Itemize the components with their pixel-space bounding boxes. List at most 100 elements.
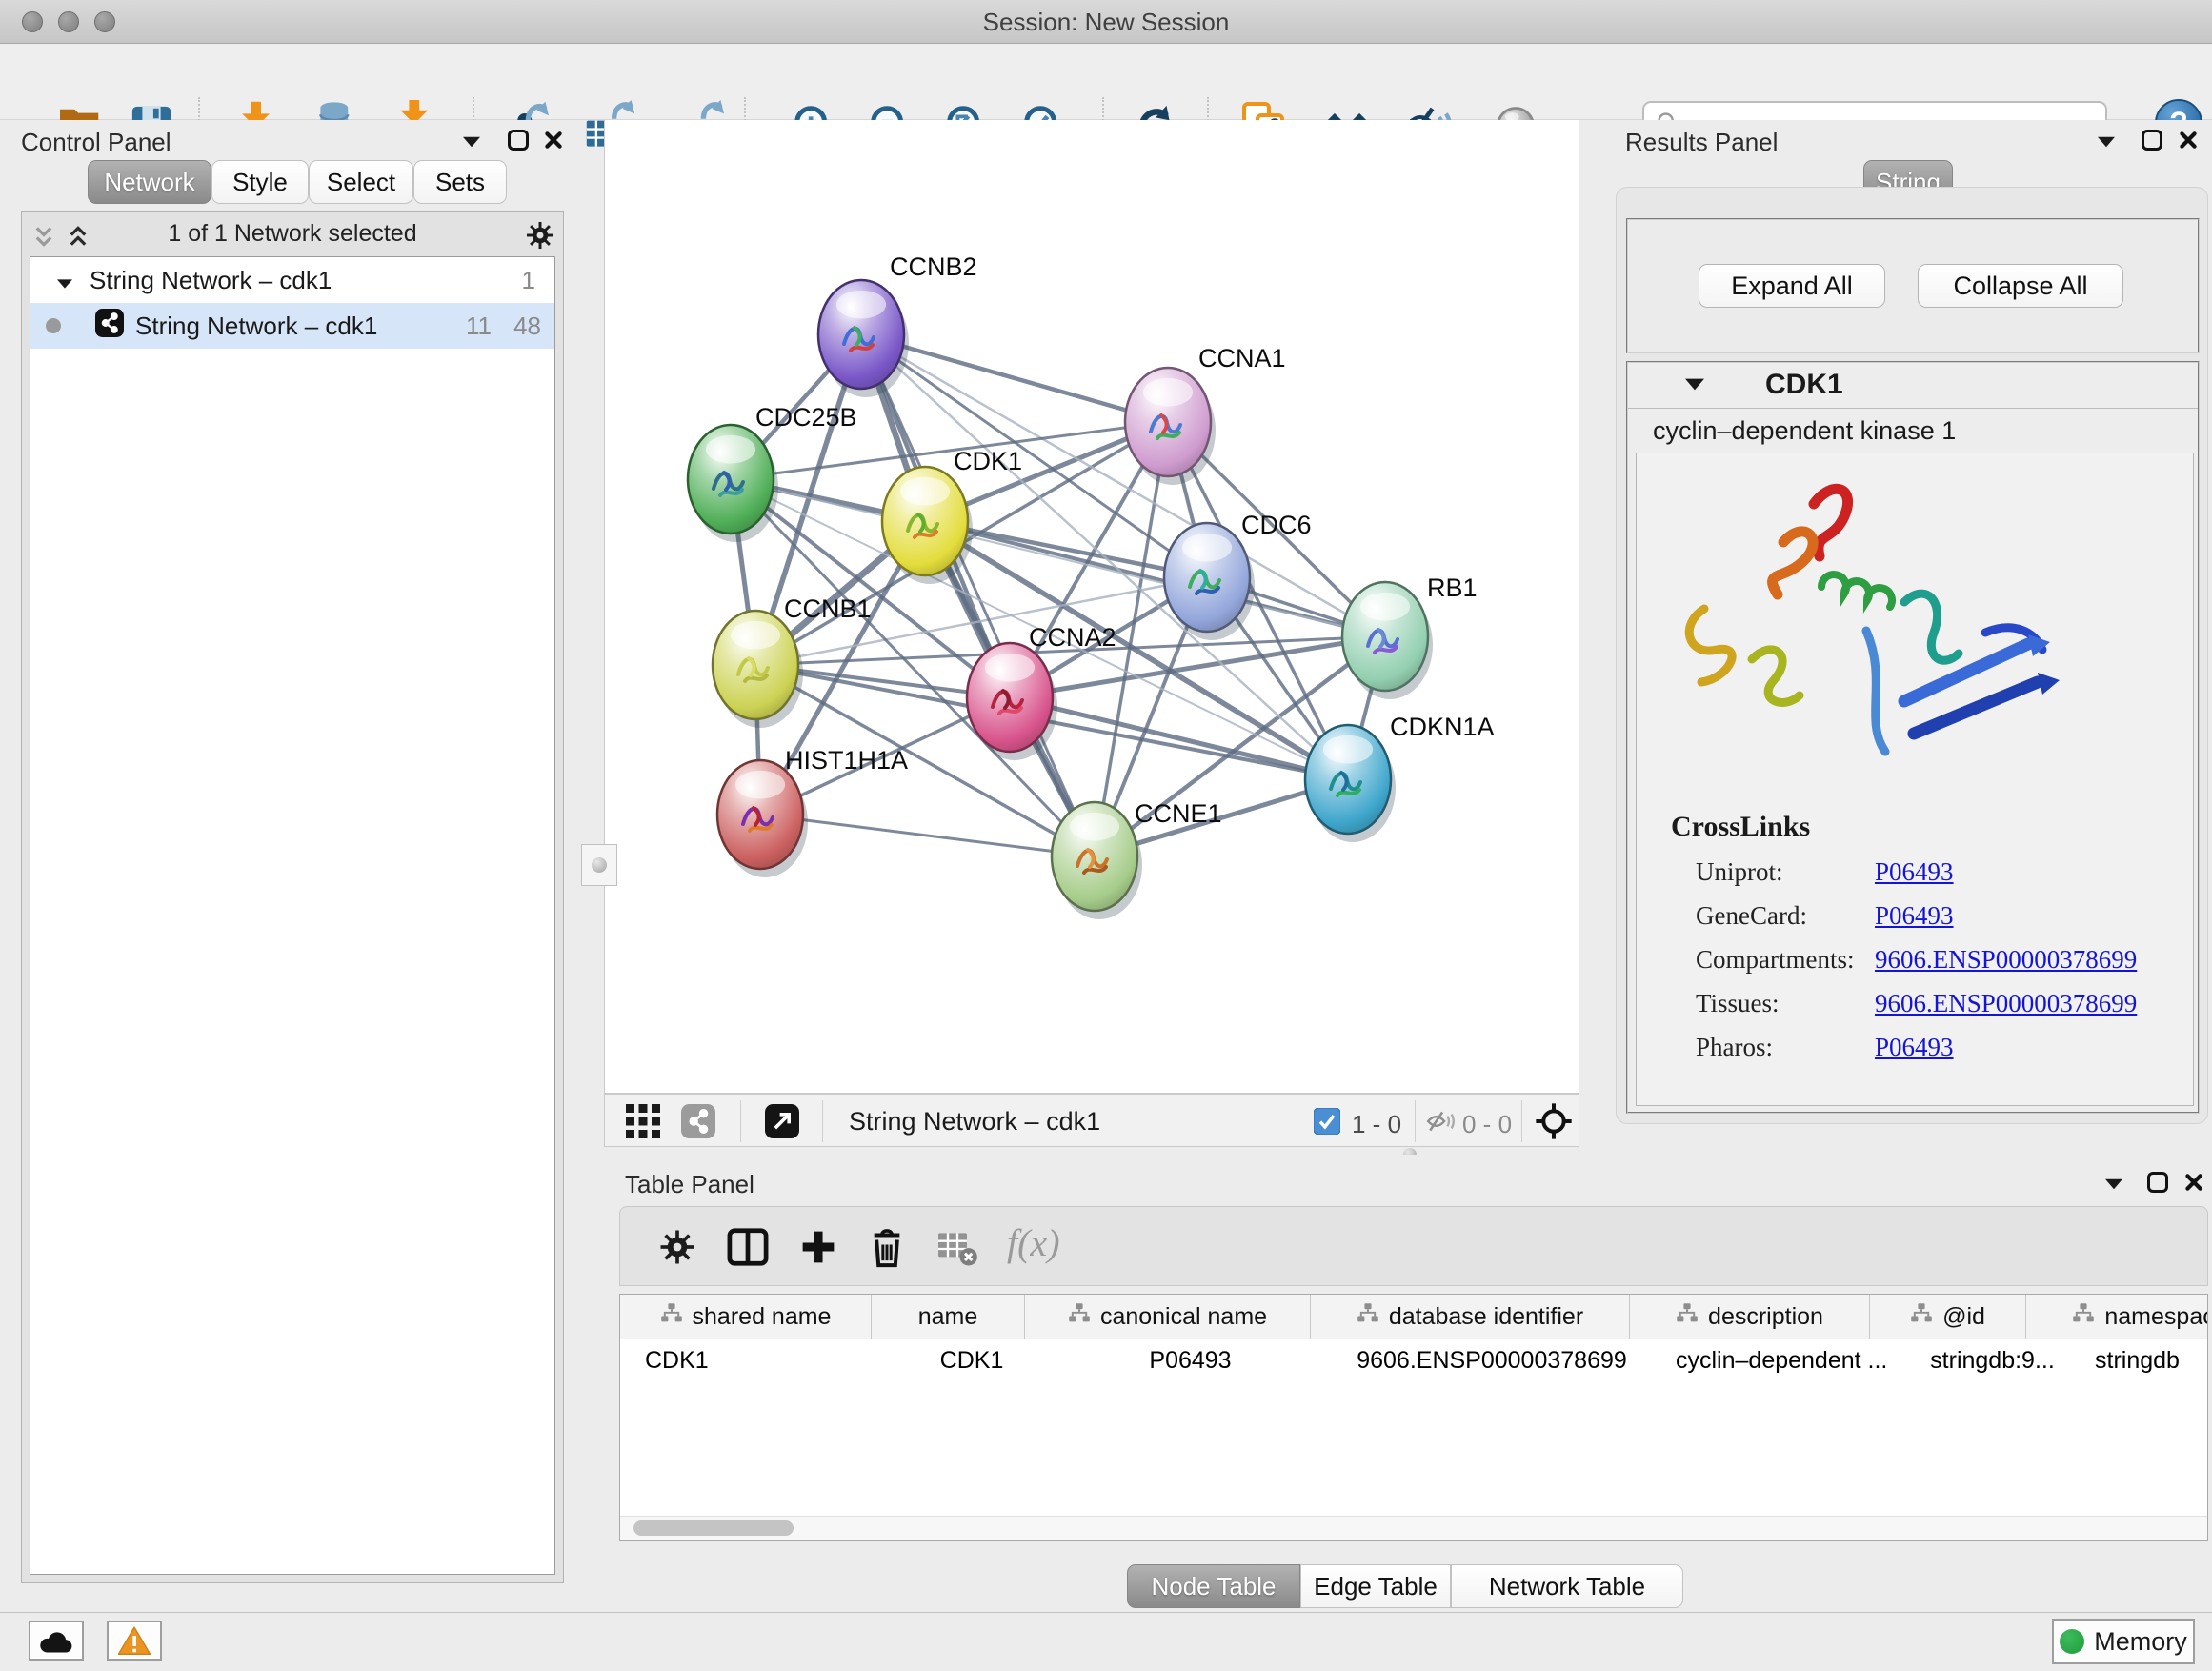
memory-status-icon	[2060, 1629, 2084, 1654]
entry-caret-icon[interactable]	[1685, 378, 1704, 395]
crosslink-pharos-link[interactable]: P06493	[1875, 1033, 1954, 1062]
node-label: CCNB2	[890, 252, 977, 281]
left-splitter-handle[interactable]	[581, 844, 617, 886]
column-header-canonical-name[interactable]: canonical name	[1025, 1295, 1311, 1339]
crosslink-label: Uniprot:	[1696, 857, 1783, 887]
birdseye-crosshair-icon[interactable]	[1535, 1102, 1573, 1145]
network-edge-count: 48	[513, 312, 541, 341]
table-row[interactable]: CDK1 CDK1 P06493 9606.ENSP00000378699 cy…	[620, 1339, 2207, 1381]
show-columns-icon[interactable]	[727, 1228, 769, 1271]
table-panel-title: Table Panel	[625, 1170, 754, 1199]
crosslink-label: Compartments:	[1696, 945, 1854, 975]
network-options-gear-icon[interactable]	[525, 220, 555, 255]
crosslink-tissues-link[interactable]: 9606.ENSP00000378699	[1875, 989, 2137, 1018]
main-toolbar: ?	[0, 44, 2212, 120]
network-canvas[interactable]: CCNB2CCNA1CDC25BCDK1CDC6RB1CCNB1CCNA2CDK…	[604, 120, 1579, 1094]
cloud-button[interactable]	[29, 1621, 84, 1661]
cell-description[interactable]: cyclin–dependent ...	[1651, 1339, 1915, 1381]
cell-id[interactable]: stringdb:9...	[1915, 1339, 2070, 1381]
node-label: CCNB1	[784, 594, 872, 623]
window-title: Session: New Session	[0, 8, 2212, 37]
network-node-CDKN1A[interactable]: CDKN1A	[1305, 713, 1495, 842]
network-column-icon	[1357, 1302, 1379, 1332]
column-header-shared-name[interactable]: shared name	[620, 1295, 872, 1339]
tab-edge-table[interactable]: Edge Table	[1300, 1564, 1451, 1608]
collection-caret-icon[interactable]	[57, 266, 72, 295]
network-column-icon	[1910, 1302, 1933, 1332]
column-header-description[interactable]: description	[1630, 1295, 1870, 1339]
table-settings-gear-icon[interactable]	[658, 1228, 696, 1271]
cell-database-identifier[interactable]: 9606.ENSP00000378699	[1333, 1339, 1651, 1381]
node-label: HIST1H1A	[785, 746, 908, 775]
grid-view-icon[interactable]	[626, 1104, 660, 1143]
network-view-title: String Network – cdk1	[849, 1107, 1100, 1137]
node-table[interactable]: shared name name canonical name database…	[619, 1294, 2208, 1541]
column-header-name[interactable]: name	[872, 1295, 1025, 1339]
tab-select[interactable]: Select	[309, 160, 413, 204]
tab-network-table[interactable]: Network Table	[1451, 1564, 1683, 1608]
network-column-icon	[1068, 1302, 1091, 1332]
column-header-database-identifier[interactable]: database identifier	[1311, 1295, 1630, 1339]
entry-detail-card: CrossLinks Uniprot: P06493 GeneCard: P06…	[1636, 453, 2194, 1106]
crosslink-label: Pharos:	[1696, 1033, 1773, 1062]
crosslink-uniprot-link[interactable]: P06493	[1875, 857, 1954, 887]
tab-network[interactable]: Network	[88, 160, 211, 204]
entry-header[interactable]: CDK1	[1628, 363, 2198, 409]
network-node-CDC6[interactable]: CDC6	[1164, 511, 1312, 640]
cell-shared-name[interactable]: CDK1	[620, 1339, 895, 1381]
cell-name[interactable]: CDK1	[895, 1339, 1048, 1381]
network-node-CDK1[interactable]: CDK1	[882, 447, 1022, 584]
scrollbar-thumb[interactable]	[633, 1520, 794, 1536]
column-header-namespace[interactable]: namespace	[2026, 1295, 2208, 1339]
crosslink-label: GeneCard:	[1696, 901, 1807, 931]
selected-checkbox-icon[interactable]	[1314, 1108, 1340, 1139]
results-panel-collapse-icon[interactable]	[2098, 135, 2115, 152]
control-panel-close-icon[interactable]	[543, 130, 564, 155]
control-panel-float-icon[interactable]	[508, 130, 529, 151]
table-panel-close-icon[interactable]	[2183, 1172, 2204, 1198]
horizontal-scrollbar[interactable]	[620, 1516, 2207, 1540]
delete-table-icon	[936, 1230, 978, 1273]
cell-canonical-name[interactable]: P06493	[1048, 1339, 1333, 1381]
string-network-icon	[95, 309, 124, 344]
selected-counts: 1 - 0	[1352, 1110, 1401, 1139]
network-column-icon	[660, 1302, 683, 1332]
add-column-icon[interactable]	[799, 1228, 837, 1271]
warning-icon	[117, 1625, 151, 1657]
network-graph[interactable]: CCNB2CCNA1CDC25BCDK1CDC6RB1CCNB1CCNA2CDK…	[605, 120, 1579, 1092]
tab-node-table[interactable]: Node Table	[1127, 1564, 1300, 1608]
network-node-CCNB2[interactable]: CCNB2	[818, 252, 977, 397]
crosslink-compartments-link[interactable]: 9606.ENSP00000378699	[1875, 945, 2137, 975]
tab-sets[interactable]: Sets	[413, 160, 507, 204]
string-results-box: Expand All Collapse All CDK1 cyclin–depe…	[1616, 187, 2208, 1124]
collapse-all-button[interactable]: Collapse All	[1918, 264, 2123, 308]
node-label: RB1	[1427, 574, 1478, 602]
results-panel-float-icon[interactable]	[2142, 130, 2162, 151]
cell-namespace[interactable]: stringdb	[2070, 1339, 2208, 1381]
string-style-icon[interactable]	[681, 1104, 715, 1143]
tab-style[interactable]: Style	[211, 160, 309, 204]
memory-button[interactable]: Memory	[2052, 1619, 2195, 1664]
results-panel-close-icon[interactable]	[2178, 130, 2199, 155]
open-in-window-icon[interactable]	[765, 1104, 799, 1143]
toolbar-separator	[1415, 1100, 1416, 1142]
warnings-button[interactable]	[107, 1621, 162, 1661]
network-row-selected[interactable]: String Network – cdk1 11 48	[30, 303, 554, 349]
collection-count: 1	[522, 266, 535, 295]
crosslink-genecard-link[interactable]: P06493	[1875, 901, 1954, 931]
network-node-CCNE1[interactable]: CCNE1	[1052, 799, 1222, 919]
network-node-HIST1H1A[interactable]: HIST1H1A	[717, 746, 908, 877]
table-panel-collapse-icon[interactable]	[2105, 1178, 2122, 1195]
expand-all-button[interactable]: Expand All	[1699, 264, 1885, 308]
network-node-CCNA1[interactable]: CCNA1	[1125, 344, 1286, 485]
network-column-icon	[1676, 1302, 1699, 1332]
network-column-icon	[2072, 1302, 2095, 1332]
table-panel-float-icon[interactable]	[2147, 1172, 2168, 1193]
column-header-id[interactable]: @id	[1870, 1295, 2026, 1339]
delete-column-trash-icon[interactable]	[868, 1226, 906, 1273]
control-panel-collapse-icon[interactable]	[463, 135, 480, 152]
network-node-RB1[interactable]: RB1	[1342, 574, 1478, 699]
table-header-row: shared name name canonical name database…	[620, 1295, 2207, 1339]
network-panel-box: 1 of 1 Network selected String Network –…	[21, 211, 564, 1583]
network-collection-row[interactable]: String Network – cdk1 1	[30, 257, 554, 303]
